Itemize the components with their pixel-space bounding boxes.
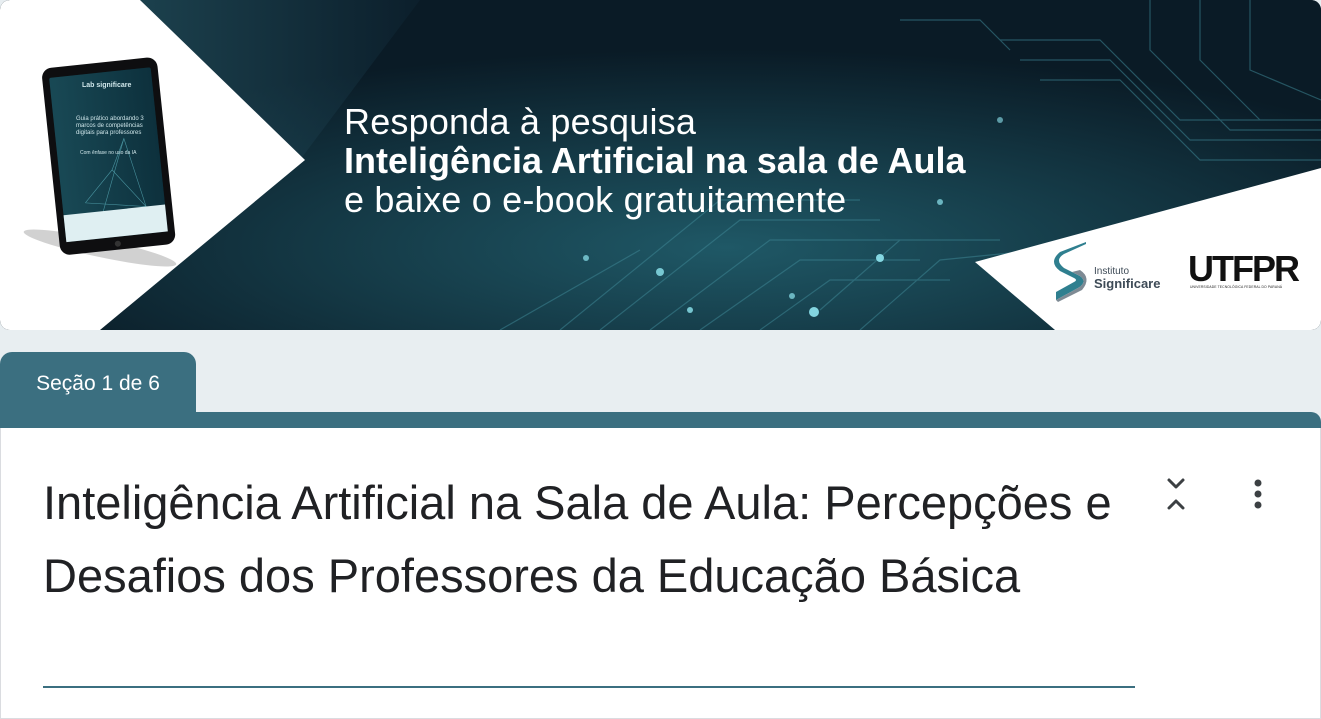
more-options-button[interactable] — [1238, 474, 1278, 514]
significare-logo: Instituto Significare — [1052, 240, 1172, 304]
form-title-card: Inteligência Artificial na Sala de Aula:… — [0, 428, 1321, 719]
headline-line3: e baixe o e-book gratuitamente — [344, 179, 847, 220]
significare-line2: Significare — [1094, 276, 1161, 291]
collapse-icon — [1167, 478, 1185, 510]
tablet-brand: Lab significare — [82, 82, 132, 89]
headline-line2: Inteligência Artificial na sala de Aula — [344, 140, 966, 181]
banner-headline: Responda à pesquisa Inteligência Artific… — [344, 102, 966, 219]
tablet-subtext: Com ênfase no uso da IA — [80, 150, 137, 156]
collapse-section-button[interactable] — [1156, 474, 1196, 514]
utfpr-logo: UTFPR UNIVERSIDADE TECNOLÓGICA FEDERAL D… — [1188, 248, 1300, 290]
form-title[interactable]: Inteligência Artificial na Sala de Aula:… — [43, 466, 1133, 612]
significare-s-icon — [1054, 242, 1087, 302]
more-vert-icon — [1254, 479, 1262, 509]
utfpr-mark: UTFPR — [1188, 248, 1300, 289]
tablet-text: Guia prático abordando 3 marcos de compe… — [76, 116, 144, 136]
section-indicator-tab: Seção 1 de 6 — [0, 352, 196, 416]
section-label: Seção 1 de 6 — [36, 372, 160, 395]
headline-line1: Responda à pesquisa — [344, 101, 697, 142]
title-underline — [43, 686, 1135, 688]
header-banner: Lab significare Guia prático abordando 3… — [0, 0, 1321, 330]
utfpr-subtitle: UNIVERSIDADE TECNOLÓGICA FEDERAL DO PARA… — [1190, 285, 1283, 289]
